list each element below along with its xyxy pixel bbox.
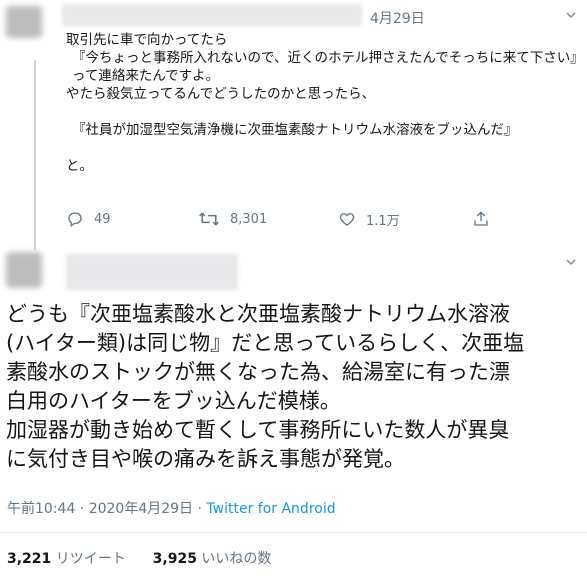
likes-label: いいねの数 — [201, 551, 272, 567]
reply-line — [66, 139, 576, 157]
chevron-down-icon — [566, 259, 576, 266]
likes-stat[interactable]: 3,925 いいねの数 — [153, 551, 272, 567]
reply-line: 取引先に車で向かってたら — [66, 32, 228, 48]
tweet-stats: 3,221 リツイート 3,925 いいねの数 — [7, 548, 271, 568]
share-icon — [474, 211, 488, 226]
reply-line: と。 — [66, 158, 93, 174]
main-avatar[interactable] — [6, 252, 42, 288]
reply-button[interactable]: 49 — [66, 206, 111, 232]
like-button[interactable]: 1.1万 — [338, 206, 400, 232]
like-icon — [339, 213, 355, 226]
share-button[interactable] — [472, 206, 500, 232]
reply-line: 『今ちょっと事務所入れないので、近くのホテル押さえたんでそっちに来て下さい』 — [72, 50, 584, 66]
like-count: 1.1万 — [366, 213, 400, 229]
divider — [0, 532, 587, 533]
reply-author-name[interactable] — [62, 4, 362, 26]
reply-line — [66, 103, 576, 121]
retweets-label: リツイート — [55, 551, 126, 567]
reply-more-menu[interactable] — [565, 10, 576, 20]
reply-avatar[interactable] — [6, 6, 42, 38]
main-author-name[interactable] — [66, 254, 238, 290]
thread-line — [34, 60, 36, 250]
retweet-count: 8,301 — [230, 211, 268, 227]
likes-count: 3,925 — [152, 551, 197, 567]
reply-date[interactable]: 4月29日 — [370, 8, 425, 28]
main-tweet-text: どうも『次亜塩素酸水と次亜塩素酸ナトリウム水溶液 (ハイター類)は同じ物』だと思… — [6, 300, 584, 474]
main-line: 加湿器が動き始めて暫くして事務所にいた数人が異臭 — [6, 418, 510, 442]
main-line: (ハイター類)は同じ物』だと思っているらしく、次亜塩 — [6, 331, 525, 355]
retweet-icon — [199, 212, 219, 226]
reply-line: 『社員が加湿型空気清浄機に次亜塩素酸ナトリウム水溶液をブッ込んだ』 — [72, 122, 518, 138]
reply-line: って連絡来たんですよ。 — [72, 68, 220, 84]
tweet-meta: 午前10:44 · 2020年4月29日 · Twitter for Andro… — [7, 498, 336, 518]
main-line: 素酸水のストックが無くなった為、給湯室に有った漂 — [6, 360, 510, 384]
reply-actions: 49 8,301 1.1万 — [66, 206, 506, 232]
main-line: に気付き目や喉の痛みを訴え事態が発覚。 — [6, 447, 405, 471]
retweets-count: 3,221 — [7, 551, 52, 567]
main-more-menu[interactable] — [565, 257, 576, 267]
reply-icon — [68, 212, 82, 228]
reply-count: 49 — [94, 211, 111, 227]
main-line: どうも『次亜塩素酸水と次亜塩素酸ナトリウム水溶液 — [6, 302, 510, 326]
reply-line: やたら殺気立ってるんでどうしたのかと思ったら、 — [66, 86, 376, 102]
retweet-button[interactable]: 8,301 — [198, 206, 267, 232]
tweet-timestamp[interactable]: 午前10:44 · 2020年4月29日 · — [7, 501, 206, 517]
chevron-down-icon — [566, 12, 576, 19]
tweet-source-link[interactable]: Twitter for Android — [206, 501, 335, 517]
main-line: 白用のハイターをブッ込んだ模様。 — [6, 389, 341, 413]
reply-tweet-text: 取引先に車で向かってたら 『今ちょっと事務所入れないので、近くのホテル押さえたん… — [66, 31, 584, 175]
retweets-stat[interactable]: 3,221 リツイート — [7, 551, 126, 567]
